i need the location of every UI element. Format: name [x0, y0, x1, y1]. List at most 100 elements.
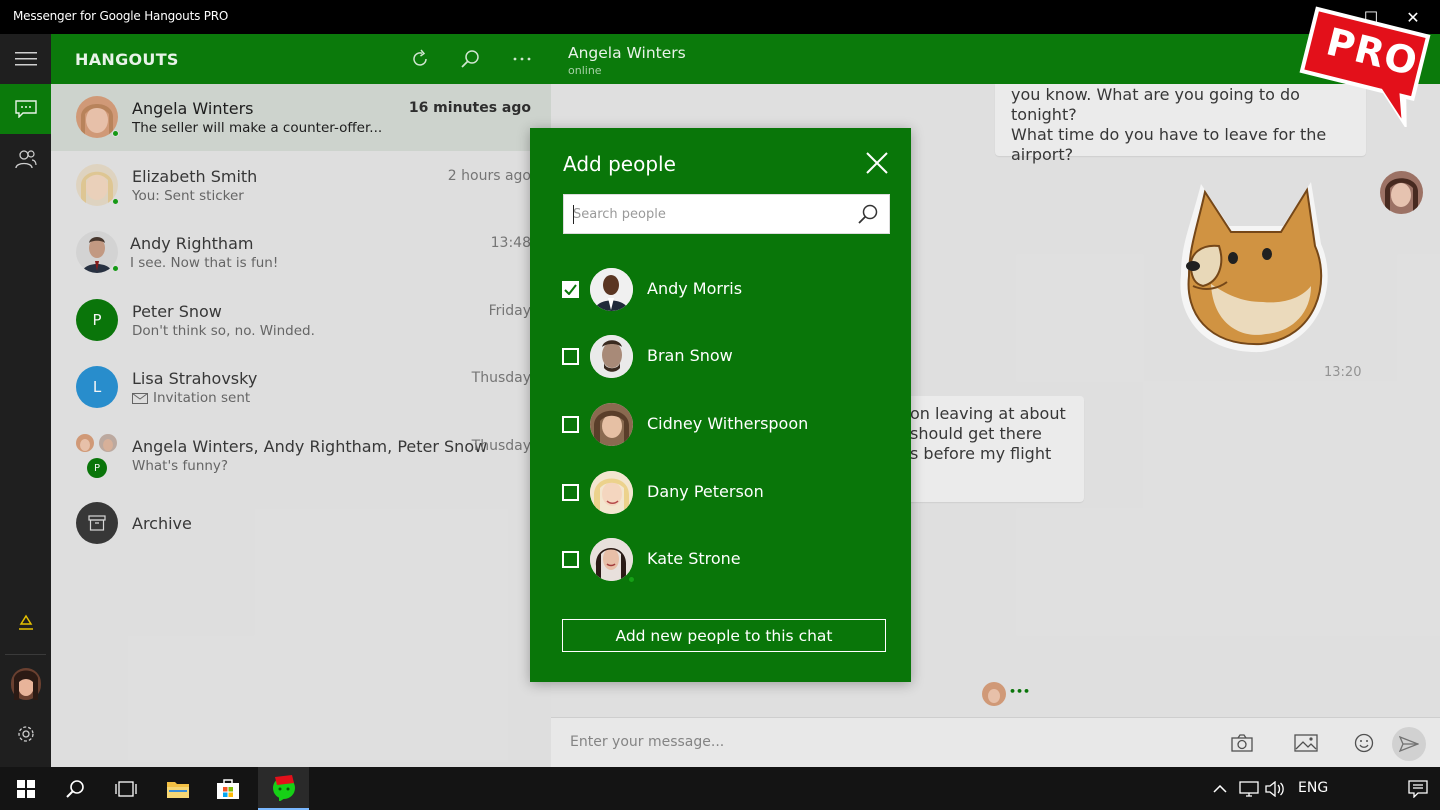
conversation-preview: I see. Now that is fun! [130, 255, 279, 271]
emoji-button[interactable] [1351, 730, 1377, 756]
search-icon [66, 779, 84, 798]
store-button[interactable] [204, 767, 252, 810]
search-people-button[interactable] [857, 203, 881, 227]
avatar [590, 403, 633, 446]
message-input[interactable]: Enter your message... [570, 734, 724, 750]
rail-conversations[interactable] [0, 84, 51, 134]
dialog-close-button[interactable] [864, 150, 890, 176]
message-line: should get there [910, 424, 1042, 443]
avatar [590, 335, 633, 378]
conversation-time: 16 minutes ago [408, 100, 531, 116]
search-icon [858, 204, 878, 224]
hamburger-icon [14, 52, 37, 66]
rail-divider [5, 654, 46, 655]
conversation-preview: Don't think so, no. Winded. [132, 323, 315, 339]
person-name: Cidney Witherspoon [647, 414, 809, 433]
input-language[interactable]: ENG [1298, 780, 1328, 796]
send-button[interactable] [1392, 727, 1426, 761]
network-icon [1239, 780, 1259, 797]
conversation-time: Friday [488, 303, 531, 319]
hangouts-app-icon [272, 774, 295, 801]
archive-item[interactable]: Archive [51, 490, 551, 557]
message-line: on leaving at about [910, 404, 1066, 423]
smiley-icon [1354, 733, 1374, 753]
online-indicator [112, 130, 119, 137]
camera-button[interactable] [1229, 730, 1255, 756]
pro-badge: PRO [1290, 2, 1440, 131]
windows-logo-icon [17, 779, 35, 798]
refresh-icon [413, 49, 427, 66]
add-people-button[interactable]: Add new people to this chat [562, 619, 886, 652]
avatar-letter: L [92, 378, 102, 396]
navigation-rail [0, 34, 51, 767]
person-checkbox[interactable] [562, 551, 579, 568]
conversation-item[interactable]: Elizabeth Smith You: Sent sticker 2 hour… [51, 152, 551, 219]
chat-bubble-icon [14, 100, 37, 118]
conversation-name: Angela Winters, Andy Rightham, Peter Sno… [132, 437, 488, 456]
person-checkbox[interactable] [562, 484, 579, 501]
rail-settings[interactable] [0, 709, 51, 759]
store-bag-icon [217, 778, 239, 799]
rail-contacts[interactable] [0, 134, 51, 184]
archive-avatar [76, 502, 118, 544]
volume-button[interactable] [1258, 767, 1292, 810]
refresh-button[interactable] [408, 47, 432, 71]
avatar [590, 538, 633, 581]
conversation-item[interactable]: Andy Rightham I see. Now that is fun! 13… [51, 219, 551, 286]
rail-hangouts-logo[interactable] [0, 599, 51, 649]
person-row[interactable]: Cidney Witherspoon [560, 400, 890, 450]
chevron-up-icon [1213, 784, 1227, 793]
speaker-icon [1265, 780, 1284, 797]
message-line: What time do you have to leave for the [1011, 125, 1327, 144]
archive-label: Archive [132, 514, 192, 533]
avatar-letter: P [92, 311, 102, 329]
search-button[interactable] [458, 47, 482, 71]
conversation-name: Angela Winters [132, 99, 254, 118]
taskbar-search[interactable] [51, 767, 99, 810]
conversation-item[interactable]: P Angela Winters, Andy Rightham, Peter S… [51, 422, 551, 489]
dialog-title: Add people [563, 152, 676, 176]
conversation-name: Lisa Strahovsky [132, 369, 258, 388]
person-row[interactable]: Dany Peterson [560, 468, 890, 518]
search-people-input[interactable] [564, 195, 844, 233]
notification-icon [1408, 779, 1428, 798]
person-row[interactable]: Andy Morris [560, 265, 890, 315]
more-dots-icon [513, 57, 531, 61]
send-icon [1399, 736, 1419, 752]
conversation-name: Peter Snow [132, 302, 222, 321]
task-view-button[interactable] [102, 767, 150, 810]
hangouts-recycle-icon [18, 614, 33, 630]
conversation-item[interactable]: P Peter Snow Don't think so, no. Winded.… [51, 287, 551, 354]
windows-taskbar: ENG [0, 767, 1440, 810]
person-row[interactable]: Bran Snow [560, 332, 890, 382]
conversation-item[interactable]: Angela Winters The seller will make a co… [51, 84, 551, 151]
rail-profile[interactable] [0, 659, 51, 709]
hangouts-app-taskbar[interactable] [258, 767, 309, 810]
more-options-button[interactable] [510, 47, 534, 71]
person-name: Bran Snow [647, 346, 733, 365]
online-indicator [112, 265, 119, 272]
sticker-image [1171, 174, 1341, 359]
checkmark-icon [564, 284, 577, 295]
conversation-item[interactable]: L Lisa Strahovsky Invitation sent Thusda… [51, 354, 551, 421]
group-avatar: P [76, 434, 118, 478]
person-checkbox[interactable] [562, 416, 579, 433]
person-checkbox[interactable] [562, 348, 579, 365]
person-checkbox[interactable] [562, 281, 579, 298]
image-button[interactable] [1293, 730, 1319, 756]
task-view-icon [115, 780, 137, 797]
list-header: HANGOUTS [51, 34, 551, 84]
search-icon [461, 50, 479, 68]
file-explorer-button[interactable] [154, 767, 202, 810]
avatar-letter: P [87, 458, 107, 478]
message-line: s before my flight [910, 444, 1052, 463]
action-center-button[interactable] [1396, 767, 1440, 810]
conversation-preview: What's funny? [132, 458, 229, 474]
message-line: airport? [1011, 145, 1074, 164]
message-composer: Enter your message... [551, 717, 1440, 767]
person-row[interactable]: Kate Strone [560, 535, 890, 585]
conversation-preview: The seller will make a counter-offer... [132, 120, 383, 136]
start-button[interactable] [2, 767, 50, 810]
menu-button[interactable] [0, 34, 51, 84]
camera-icon [1231, 734, 1253, 752]
